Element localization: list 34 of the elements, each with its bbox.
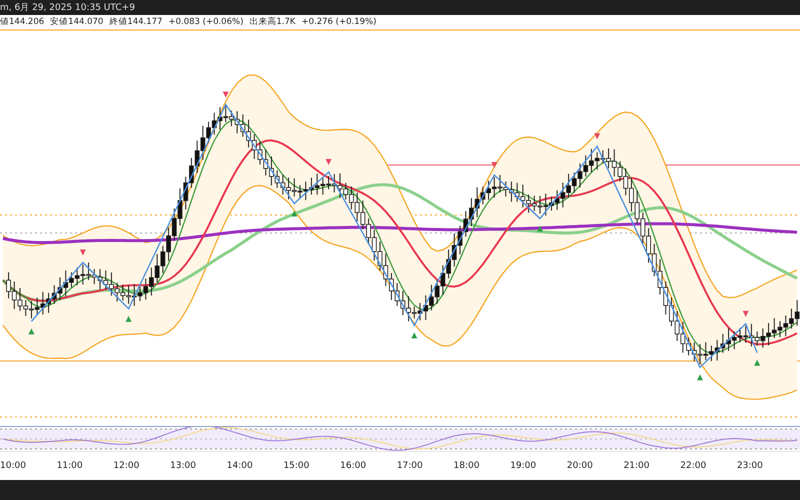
down-triangle-marker (326, 159, 332, 166)
down-triangle-marker (594, 133, 600, 140)
time-label: 14:00 (226, 461, 254, 471)
time-label: 22:00 (680, 461, 708, 471)
down-triangle-marker (491, 162, 498, 168)
time-label: 20:00 (566, 461, 594, 471)
time-label: 10:00 (0, 461, 27, 471)
up-triangle-marker (754, 360, 760, 366)
legend-value: 値144.206 (0, 16, 44, 28)
time-label: 12:00 (113, 461, 140, 471)
up-triangle-marker (537, 226, 543, 232)
time-label: 17:00 (396, 461, 424, 471)
up-triangle-marker (291, 210, 298, 216)
up-triangle-marker (28, 328, 34, 334)
time-label: 18:00 (454, 461, 480, 471)
up-triangle-marker (126, 316, 132, 322)
time-label: 15:00 (283, 461, 310, 471)
time-label: 23:00 (736, 461, 764, 471)
legend-value: +0.276 (+0.19%) (301, 16, 376, 26)
up-triangle-marker (697, 374, 703, 380)
legend-value: 出来高1.7K (249, 16, 296, 28)
up-triangle-marker (411, 332, 418, 338)
legend-value: +0.083 (+0.06%) (168, 16, 244, 26)
legend-value: 安値144.070 (50, 16, 104, 28)
down-triangle-marker (742, 310, 749, 317)
time-label: 13:00 (170, 461, 197, 471)
time-label: 16:00 (340, 461, 368, 471)
legend-value: 終値144.177 (109, 16, 162, 28)
time-label: 21:00 (624, 461, 650, 471)
down-triangle-marker (222, 92, 229, 98)
down-triangle-marker (80, 250, 86, 256)
chart-title: m, 6月 29, 2025 10:35 UTC+9 (0, 2, 135, 14)
time-label: 11:00 (56, 461, 84, 471)
time-label: 19:00 (510, 461, 538, 471)
